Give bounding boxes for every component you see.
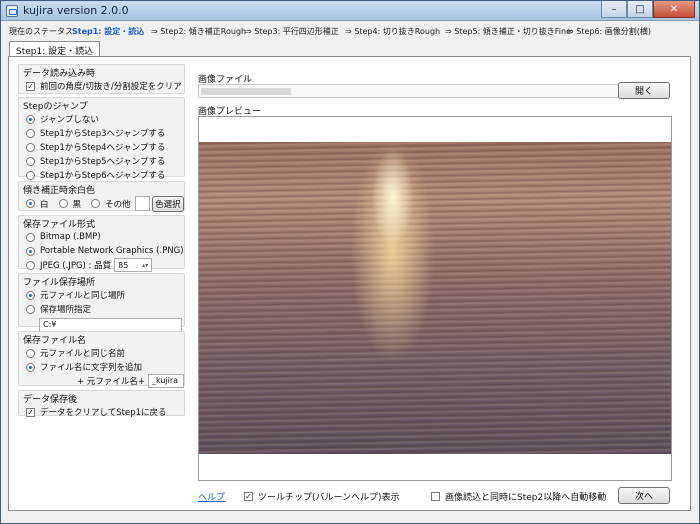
jump-option-none[interactable]: ジャンプしない — [19, 112, 184, 126]
minimize-button[interactable]: – — [601, 1, 627, 18]
radio-button[interactable] — [26, 170, 35, 180]
save-format-group: 保存ファイル形式 Bitmap (.BMP) Portable Network … — [18, 215, 185, 272]
name-add-option[interactable]: ファイル名に文字列を追加 — [19, 360, 184, 374]
location-same-option[interactable]: 元ファイルと同じ場所 — [19, 288, 184, 302]
checkbox-box[interactable]: ✓ — [244, 492, 253, 501]
open-button[interactable]: 開く — [618, 82, 670, 99]
tooltip-checkbox[interactable]: ✓ ツールチップ(バルーンヘルプ)表示 — [244, 490, 400, 503]
radio-button[interactable] — [26, 142, 35, 152]
next-button[interactable]: 次へ — [618, 487, 670, 504]
image-preview-area — [198, 116, 672, 481]
tab-step1[interactable]: Step1: 設定・読込 — [9, 41, 101, 57]
group-title: Stepのジャンプ — [23, 102, 88, 112]
maximize-button[interactable]: □ — [627, 1, 653, 18]
help-link[interactable]: ヘルプ — [198, 490, 225, 503]
radio-button[interactable] — [26, 156, 35, 166]
checkbox-box[interactable] — [431, 492, 440, 501]
name-suffix-field[interactable]: _kujira — [147, 374, 184, 388]
jump-option-step4[interactable]: Step1からStep4へジャンプする — [19, 140, 184, 154]
radio-button[interactable] — [26, 114, 35, 124]
group-title: 傾き補正時余白色 — [23, 186, 96, 196]
name-same-option[interactable]: 元ファイルと同じ名前 — [19, 346, 184, 360]
save-location-group: ファイル保存場所 元ファイルと同じ場所 保存場所指定 C:¥ — [18, 273, 185, 332]
radio-button[interactable] — [26, 304, 35, 314]
radio-button[interactable] — [26, 246, 35, 256]
radio-button[interactable] — [26, 232, 35, 242]
location-specify-option[interactable]: 保存場所指定 — [19, 302, 184, 316]
name-prefix-label: + 元ファイル名+ — [77, 377, 145, 387]
format-jpeg-option[interactable]: JPEG (.JPG) : 品質 85 ▴▾ — [19, 258, 184, 272]
group-title: データ読み込み時 — [23, 69, 96, 79]
group-title: データ保存後 — [23, 395, 78, 405]
preview-image — [199, 142, 671, 454]
group-title: 保存ファイル形式 — [23, 220, 96, 230]
format-bmp-option[interactable]: Bitmap (.BMP) — [19, 230, 184, 244]
radio-button[interactable] — [26, 260, 35, 270]
step-status-bar: 現在のステータス Step1: 設定・読込 ⇒ Step2: 傾き補正Rough… — [9, 26, 663, 37]
group-title: 保存ファイル名 — [23, 336, 87, 346]
status-label: 現在のステータス — [9, 27, 73, 36]
radio-button[interactable] — [26, 348, 35, 358]
auto-move-checkbox[interactable]: 画像読込と同時にStep2以降へ自動移動 — [431, 490, 606, 503]
after-save-group: データ保存後 ✓ データをクリアしてStep1に戻る — [18, 390, 185, 419]
step-item: ⇒ Step4: 切り抜きRough — [345, 27, 441, 36]
data-load-group: データ読み込み時 ✓ 前回の角度/切抜き/分割設定をクリア — [18, 64, 185, 94]
step-item: ⇒ Step5: 傾き補正・切り抜きFine — [445, 27, 572, 36]
blurred-path — [201, 88, 291, 95]
jpeg-quality-stepper[interactable]: 85 ▴▾ — [114, 258, 153, 272]
step-current: Step1: 設定・読込 — [72, 27, 145, 36]
radio-button[interactable] — [26, 128, 35, 138]
step-item: ⇒ Step6: 画像分割(横) — [567, 27, 652, 36]
format-png-option[interactable]: Portable Network Graphics (.PNG) — [19, 244, 184, 258]
window-title: kujira version 2.0.0 — [23, 4, 129, 17]
title-bar[interactable]: kujira version 2.0.0 – □ ✕ — [1, 1, 699, 21]
save-path-field[interactable]: C:¥ — [39, 318, 182, 332]
clear-settings-checkbox[interactable]: ✓ 前回の角度/切抜き/分割設定をクリア — [19, 79, 184, 93]
close-button[interactable]: ✕ — [653, 1, 695, 18]
color-other-radio[interactable] — [91, 199, 101, 208]
jump-option-step3[interactable]: Step1からStep3へジャンプする — [19, 126, 184, 140]
spin-arrows-icon[interactable]: ▴▾ — [142, 262, 148, 269]
step-jump-group: Stepのジャンプ ジャンプしない Step1からStep3へジャンプする St… — [18, 97, 185, 181]
app-icon — [6, 5, 18, 17]
radio-button[interactable] — [26, 290, 35, 300]
color-swatch — [134, 196, 150, 211]
jump-option-step6[interactable]: Step1からStep6へジャンプする — [19, 168, 184, 182]
color-select-button[interactable]: 色選択 — [151, 195, 184, 212]
checkbox-box[interactable]: ✓ — [26, 407, 35, 417]
group-title: ファイル保存場所 — [23, 278, 96, 288]
image-file-path-field[interactable] — [198, 84, 628, 98]
color-black-radio[interactable] — [58, 199, 68, 208]
radio-button[interactable] — [26, 362, 35, 372]
step-item: ⇒ Step2: 傾き補正Rough — [151, 27, 247, 36]
save-name-group: 保存ファイル名 元ファイルと同じ名前 ファイル名に文字列を追加 + 元ファイル名… — [18, 331, 185, 388]
checkbox-box[interactable]: ✓ — [26, 81, 35, 91]
clear-return-checkbox[interactable]: ✓ データをクリアしてStep1に戻る — [19, 405, 184, 419]
color-white-radio[interactable] — [26, 199, 35, 208]
step-item: ⇒ Step3: 平行四辺形補正 — [245, 27, 339, 36]
jump-option-step5[interactable]: Step1からStep5へジャンプする — [19, 154, 184, 168]
margin-color-group: 傾き補正時余白色 白 黒 その他 色選択 — [18, 181, 185, 212]
